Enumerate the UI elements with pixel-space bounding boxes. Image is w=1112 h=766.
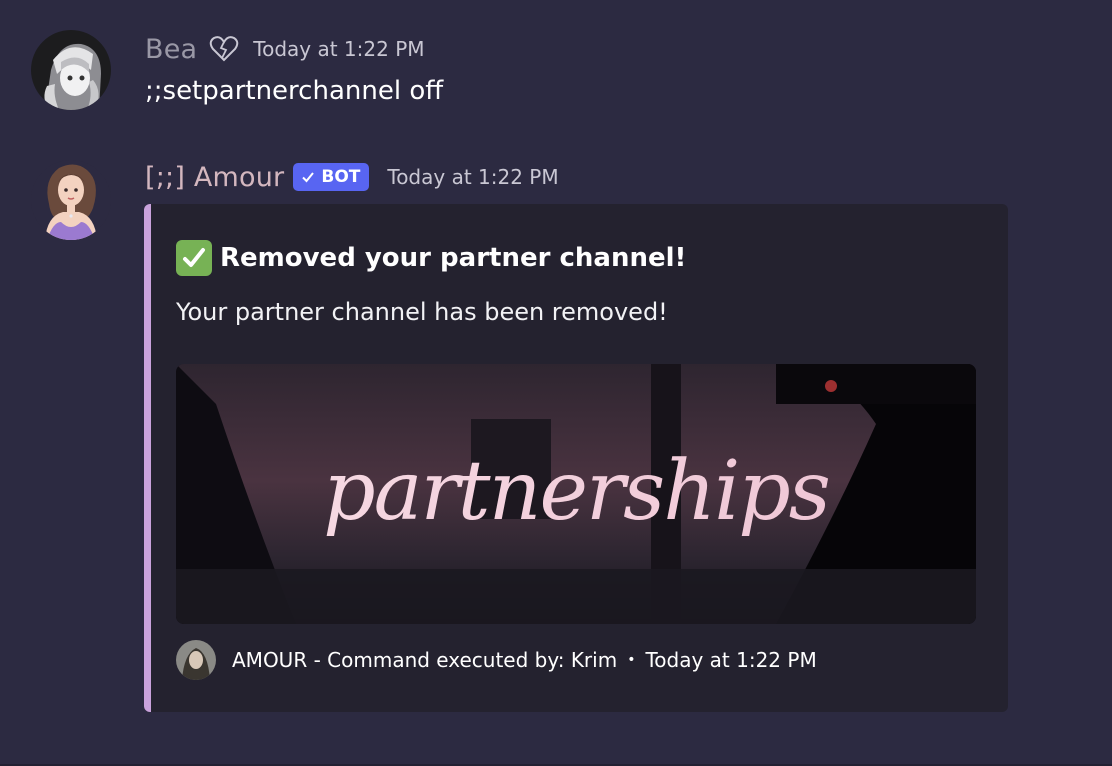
broken-heart-icon[interactable]	[209, 34, 239, 64]
embed-description: Your partner channel has been removed!	[176, 298, 668, 326]
embed-title: Removed your partner channel!	[176, 240, 686, 276]
bot-tag: BOT	[293, 163, 370, 191]
embed-title-text: Removed your partner channel!	[220, 243, 687, 273]
footer-text: AMOUR - Command executed by: Krim	[232, 648, 618, 672]
verified-check-icon	[302, 172, 315, 183]
embed: Removed your partner channel! Your partn…	[144, 204, 1008, 712]
chat-area: Bea Today at 1:22 PM ;;setpartnerchannel…	[0, 0, 1112, 766]
message-content: ;;setpartnerchannel off	[145, 76, 444, 106]
author-name[interactable]: [;;] Amour	[145, 162, 284, 193]
footer-separator: •	[627, 652, 636, 668]
author-name[interactable]: Bea	[145, 34, 197, 65]
embed-image[interactable]: partnerships	[176, 364, 976, 624]
message-bea: Bea Today at 1:22 PM ;;setpartnerchannel…	[0, 0, 1112, 140]
check-mark-icon	[176, 240, 212, 276]
footer-avatar	[176, 640, 216, 680]
bot-tag-label: BOT	[321, 167, 361, 187]
avatar[interactable]	[31, 160, 111, 240]
message-timestamp[interactable]: Today at 1:22 PM	[387, 165, 558, 189]
embed-accent-bar	[144, 204, 151, 712]
embed-footer: AMOUR - Command executed by: Krim • Toda…	[176, 640, 817, 680]
avatar[interactable]	[31, 30, 111, 110]
message-timestamp[interactable]: Today at 1:22 PM	[253, 37, 424, 61]
partnerships-title: partnerships	[323, 444, 829, 539]
footer-timestamp: Today at 1:22 PM	[645, 648, 817, 672]
